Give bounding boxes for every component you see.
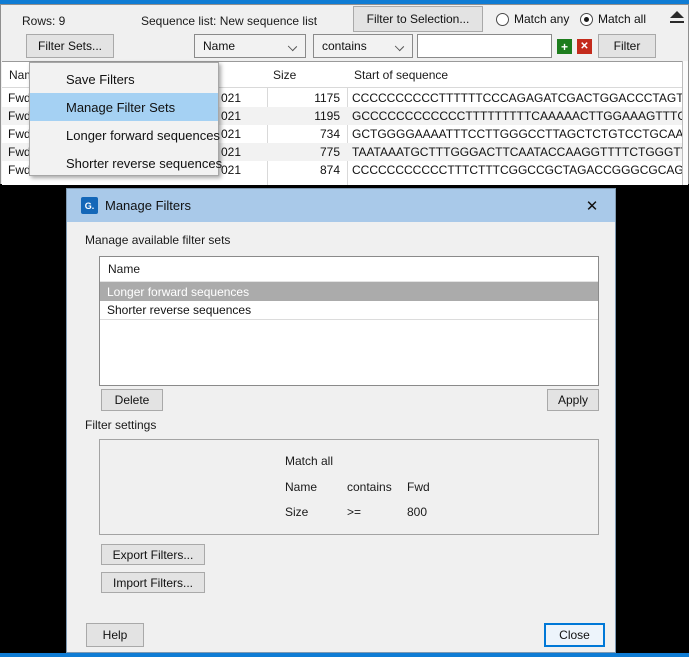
dialog-body: Manage available filter sets Name Longer… bbox=[67, 222, 615, 652]
menu-item-manage-filter-sets[interactable]: Manage Filter Sets bbox=[30, 93, 218, 121]
radio-circle-icon bbox=[496, 13, 509, 26]
filter-text-input[interactable] bbox=[417, 34, 552, 58]
rule-value: Fwd bbox=[407, 480, 430, 494]
workbench-app-icon: G. bbox=[81, 197, 98, 214]
radio-circle-icon bbox=[580, 13, 593, 26]
apply-button[interactable]: Apply bbox=[547, 389, 599, 411]
export-filters-button[interactable]: Export Filters... bbox=[101, 544, 205, 565]
sequence-list-view: Rows: 9 Sequence list: New sequence list… bbox=[0, 4, 689, 184]
operator-select-value: contains bbox=[322, 39, 367, 53]
collapse-filter-icon[interactable] bbox=[669, 11, 685, 25]
sequence-list-title: Sequence list: New sequence list bbox=[141, 14, 317, 28]
match-any-radio[interactable]: Match any bbox=[496, 12, 569, 26]
chevron-down-icon bbox=[395, 42, 404, 51]
dialog-close-icon[interactable]: ✕ bbox=[577, 189, 607, 222]
rows-count-label: Rows: 9 bbox=[22, 14, 65, 28]
menu-item-save-filters[interactable]: Save Filters bbox=[30, 65, 218, 93]
delete-button[interactable]: Delete bbox=[101, 389, 163, 411]
filter-settings-panel: Match all Name contains Fwd Size >= 800 bbox=[99, 439, 599, 535]
menu-item-shorter-reverse-sequences[interactable]: Shorter reverse sequences bbox=[30, 149, 218, 177]
remove-filter-criterion-icon[interactable]: ✕ bbox=[577, 39, 592, 54]
match-all-radio[interactable]: Match all bbox=[580, 12, 646, 26]
operator-select[interactable]: contains bbox=[313, 34, 413, 58]
help-button[interactable]: Help bbox=[86, 623, 144, 647]
menu-item-longer-forward-sequences[interactable]: Longer forward sequences bbox=[30, 121, 218, 149]
column-header-size[interactable]: Size bbox=[273, 68, 296, 82]
filter-sets-button[interactable]: Filter Sets... bbox=[26, 34, 114, 58]
dialog-title: Manage Filters bbox=[105, 198, 191, 213]
filter-sets-list: Name Longer forward sequences Shorter re… bbox=[99, 256, 599, 386]
column-header-start[interactable]: Start of sequence bbox=[354, 68, 448, 82]
close-button[interactable]: Close bbox=[544, 623, 605, 647]
rule-field: Name bbox=[285, 480, 317, 494]
screen: Rows: 9 Sequence list: New sequence list… bbox=[0, 0, 689, 657]
window-bottom-border bbox=[0, 653, 689, 657]
rule-field: Size bbox=[285, 505, 308, 519]
field-select-value: Name bbox=[203, 39, 235, 53]
match-any-label: Match any bbox=[514, 12, 569, 26]
manage-filters-dialog: G. Manage Filters ✕ Manage available fil… bbox=[66, 188, 616, 653]
match-mode-text: Match all bbox=[285, 454, 333, 468]
list-item-longer-forward[interactable]: Longer forward sequences bbox=[100, 282, 598, 301]
filter-settings-label: Filter settings bbox=[85, 418, 156, 432]
rule-value: 800 bbox=[407, 505, 427, 519]
chevron-down-icon bbox=[288, 42, 297, 51]
filter-to-selection-button[interactable]: Filter to Selection... bbox=[353, 6, 483, 32]
manage-sets-label: Manage available filter sets bbox=[85, 233, 230, 247]
match-all-label: Match all bbox=[598, 12, 646, 26]
field-select[interactable]: Name bbox=[194, 34, 306, 58]
rule-op: contains bbox=[347, 480, 392, 494]
filter-sets-menu: Save Filters Manage Filter Sets Longer f… bbox=[29, 62, 219, 176]
vertical-scrollbar[interactable] bbox=[682, 61, 688, 185]
filter-button[interactable]: Filter bbox=[598, 34, 656, 58]
add-filter-criterion-icon[interactable]: + bbox=[557, 39, 572, 54]
list-item-shorter-reverse[interactable]: Shorter reverse sequences bbox=[100, 301, 598, 320]
list-header-name[interactable]: Name bbox=[100, 257, 598, 282]
dialog-titlebar[interactable]: G. Manage Filters ✕ bbox=[67, 189, 615, 222]
rule-op: >= bbox=[347, 505, 361, 519]
import-filters-button[interactable]: Import Filters... bbox=[101, 572, 205, 593]
